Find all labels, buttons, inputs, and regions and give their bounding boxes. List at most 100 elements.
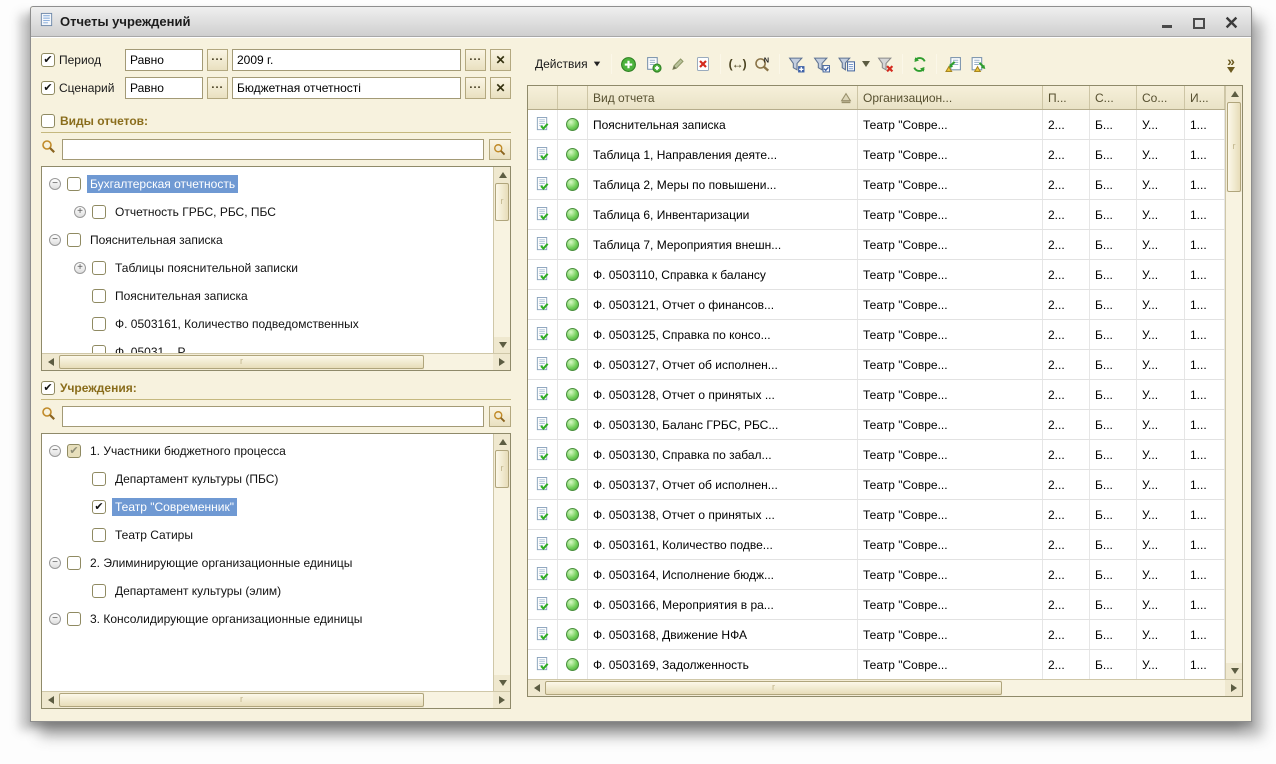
column-header-posted-icon[interactable] <box>528 86 558 109</box>
tree-item[interactable]: Департамент культуры (ПБС) <box>44 465 493 493</box>
tree-item-checkbox[interactable] <box>92 472 106 486</box>
period-value-field[interactable]: 2009 г. <box>232 49 461 71</box>
expander-icon[interactable] <box>49 613 61 625</box>
horizontal-scrollbar[interactable] <box>42 353 510 370</box>
institutions-search-button[interactable] <box>489 406 511 427</box>
horizontal-scrollbar[interactable] <box>42 691 510 708</box>
filter-set-button[interactable] <box>784 53 809 76</box>
table-row[interactable]: Таблица 2, Меры по повышени... Театр "Со… <box>528 170 1225 200</box>
tree-item[interactable]: Таблицы пояснительной записки <box>44 254 493 282</box>
table-row[interactable]: Ф. 0503127, Отчет об исполнен... Театр "… <box>528 350 1225 380</box>
scenario-value-field[interactable]: Бюджетная отчетності <box>232 77 461 99</box>
scenario-clear-button[interactable] <box>490 77 511 99</box>
table-row[interactable]: Ф. 0503128, Отчет о принятых ... Театр "… <box>528 380 1225 410</box>
column-header-organization[interactable]: Организацион... <box>858 86 1043 109</box>
column-header-i[interactable]: И... <box>1185 86 1225 109</box>
table-row[interactable]: Ф. 0503164, Исполнение бюдж... Театр "Со… <box>528 560 1225 590</box>
tree-item-checkbox[interactable] <box>92 500 106 514</box>
horizontal-scrollbar[interactable] <box>528 679 1242 696</box>
table-row[interactable]: Ф. 0503168, Движение НФА Театр "Совре...… <box>528 620 1225 650</box>
expander-icon[interactable] <box>49 234 61 246</box>
copy-button[interactable] <box>641 53 666 76</box>
tree-item-checkbox[interactable] <box>92 317 106 331</box>
column-header-state[interactable]: Со... <box>1137 86 1185 109</box>
tree-item[interactable]: 2. Элиминирующие организационные единицы <box>44 549 493 577</box>
report-types-checkbox[interactable] <box>41 114 55 128</box>
scrollbar-thumb[interactable] <box>495 183 509 221</box>
tree-item[interactable]: Пояснительная записка <box>44 226 493 254</box>
tree-item-checkbox[interactable] <box>92 345 106 353</box>
table-row[interactable]: Пояснительная записка Театр "Совре... 2.… <box>528 110 1225 140</box>
scroll-left-button[interactable] <box>42 692 59 708</box>
period-value-ellipsis-button[interactable] <box>465 49 486 71</box>
close-button[interactable] <box>1223 15 1239 29</box>
expander-icon[interactable] <box>49 557 61 569</box>
expander-icon[interactable] <box>49 178 61 190</box>
expander-icon[interactable] <box>74 206 86 218</box>
period-checkbox[interactable] <box>41 53 55 67</box>
table-row[interactable]: Ф. 0503121, Отчет о финансов... Театр "С… <box>528 290 1225 320</box>
table-row[interactable]: Ф. 0503130, Справка по забал... Театр "С… <box>528 440 1225 470</box>
table-row[interactable]: Таблица 7, Мероприятия внешн... Театр "С… <box>528 230 1225 260</box>
table-row[interactable]: Ф. 0503138, Отчет о принятых ... Театр "… <box>528 500 1225 530</box>
period-clear-button[interactable] <box>490 49 511 71</box>
tree-item[interactable]: 1. Участники бюджетного процесса <box>44 437 493 465</box>
scrollbar-thumb[interactable] <box>59 355 424 369</box>
column-header-period[interactable]: П... <box>1043 86 1090 109</box>
tree-item-checkbox[interactable] <box>67 612 81 626</box>
table-row[interactable]: Ф. 0503166, Мероприятия в ра... Театр "С… <box>528 590 1225 620</box>
scroll-left-button[interactable] <box>42 354 59 370</box>
vertical-scrollbar[interactable] <box>493 434 510 691</box>
minimize-button[interactable] <box>1159 15 1175 29</box>
scenario-comparison-field[interactable]: Равно <box>125 77 203 99</box>
find-button[interactable]: N <box>750 53 775 76</box>
expander-icon[interactable] <box>49 445 61 457</box>
tree-item[interactable]: Отчетность ГРБС, РБС, ПБС <box>44 198 493 226</box>
filter-clear-button[interactable] <box>873 53 898 76</box>
scroll-up-button[interactable] <box>494 167 510 183</box>
scrollbar-thumb[interactable] <box>545 681 1002 695</box>
institutions-checkbox[interactable] <box>41 381 55 395</box>
scenario-comparison-ellipsis-button[interactable] <box>207 77 228 99</box>
tree-item-checkbox[interactable] <box>67 233 81 247</box>
tree-item[interactable]: Бухгалтерская отчетность <box>44 170 493 198</box>
vertical-scrollbar[interactable] <box>493 167 510 353</box>
tree-item[interactable]: Ф. 05031.., Р... <box>44 338 493 353</box>
vertical-scrollbar[interactable] <box>1225 86 1242 679</box>
set-interval-button[interactable]: (↔) <box>725 53 750 76</box>
table-row[interactable]: Ф. 0503169, Задолженность Театр "Совре..… <box>528 650 1225 679</box>
table-row[interactable]: Таблица 1, Направления деяте... Театр "С… <box>528 140 1225 170</box>
scroll-up-button[interactable] <box>494 434 510 450</box>
tree-item[interactable]: Департамент культуры (элим) <box>44 577 493 605</box>
tree-item[interactable]: Пояснительная записка <box>44 282 493 310</box>
tree-item[interactable]: Ф. 0503161, Количество подведомственных <box>44 310 493 338</box>
add-button[interactable] <box>616 53 641 76</box>
settings-restore-button[interactable] <box>941 53 966 76</box>
settings-save-button[interactable] <box>966 53 991 76</box>
scrollbar-thumb[interactable] <box>59 693 424 707</box>
scroll-right-button[interactable] <box>493 354 510 370</box>
table-row[interactable]: Ф. 0503125, Справка по консо... Театр "С… <box>528 320 1225 350</box>
filter-by-value-button[interactable] <box>834 53 859 76</box>
table-row[interactable]: Ф. 0503110, Справка к балансу Театр "Сов… <box>528 260 1225 290</box>
refresh-button[interactable] <box>907 53 932 76</box>
toolbar-overflow-button[interactable]: » <box>1227 56 1241 73</box>
report-types-search-button[interactable] <box>489 139 511 160</box>
edit-button[interactable] <box>666 53 691 76</box>
tree-item[interactable]: 3. Консолидирующие организационные едини… <box>44 605 493 633</box>
scrollbar-thumb[interactable] <box>495 450 509 488</box>
actions-menu-button[interactable]: Действия <box>529 55 607 73</box>
report-types-search-input[interactable] <box>62 139 484 160</box>
scenario-value-ellipsis-button[interactable] <box>465 77 486 99</box>
delete-button[interactable] <box>691 53 716 76</box>
scenario-checkbox[interactable] <box>41 81 55 95</box>
column-header-report-kind[interactable]: Вид отчета <box>588 86 858 109</box>
tree-item-checkbox[interactable] <box>92 528 106 542</box>
institutions-search-input[interactable] <box>62 406 484 427</box>
maximize-button[interactable] <box>1191 15 1207 29</box>
title-bar[interactable]: Отчеты учреждений <box>31 7 1251 37</box>
table-row[interactable]: Ф. 0503130, Баланс ГРБС, РБС... Театр "С… <box>528 410 1225 440</box>
tree-item-checkbox[interactable] <box>92 289 106 303</box>
scroll-down-button[interactable] <box>494 337 510 353</box>
scroll-up-button[interactable] <box>1226 86 1242 102</box>
